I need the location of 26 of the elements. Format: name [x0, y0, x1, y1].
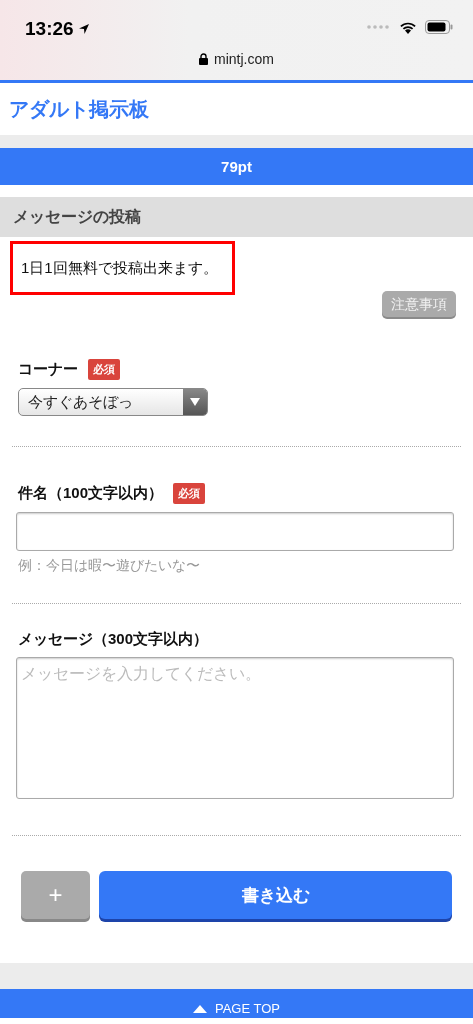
message-input-field[interactable]: メッセージを入力してください。 — [16, 657, 454, 799]
lock-icon — [199, 53, 209, 65]
example-hint: 例：今日は暇〜遊びたいな〜 — [18, 557, 201, 575]
add-button[interactable]: + — [21, 871, 90, 919]
field-label: メッセージ（300文字以内） — [18, 630, 209, 649]
required-badge: 必須 — [173, 483, 206, 504]
url-text[interactable]: mintj.com — [214, 51, 274, 67]
signal-icon — [367, 25, 391, 29]
page-top-link[interactable]: PAGE TOP — [185, 1002, 288, 1016]
notice-text: 1日1回無料で投稿出来ます。 — [10, 241, 235, 295]
wifi-icon — [399, 20, 417, 34]
notes-button[interactable]: 注意事項 — [382, 291, 456, 317]
required-badge: 必須 — [88, 359, 120, 380]
up-arrow-icon — [193, 1005, 207, 1013]
field-label: コーナー — [18, 360, 78, 379]
battery-icon — [425, 20, 453, 34]
corner-dropdown[interactable]: 今すぐあそぼっ — [18, 388, 208, 416]
subject-input-field[interactable] — [16, 512, 454, 551]
clock-time: 13:26 — [25, 18, 74, 40]
location-arrow-icon — [77, 23, 90, 35]
dropdown-arrow-icon — [190, 398, 200, 406]
points-value: 79pt — [221, 158, 252, 175]
submit-button[interactable]: 書き込む — [99, 871, 452, 919]
site-title[interactable]: アダルト掲示板 — [9, 95, 149, 123]
section-title: メッセージの投稿 — [13, 206, 141, 227]
field-label: 件名（100文字以内） — [18, 484, 164, 503]
